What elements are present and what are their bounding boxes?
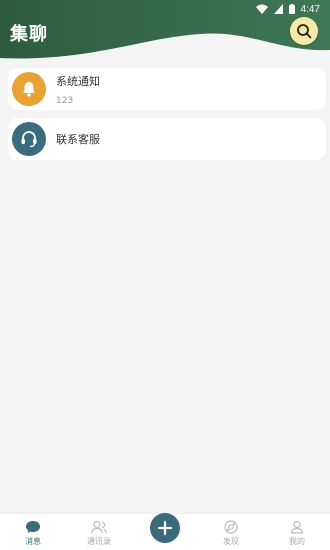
avatar [12, 72, 46, 106]
conversation-name: 联系客服 [56, 133, 100, 146]
avatar [12, 122, 46, 156]
bell-icon [23, 82, 35, 97]
signal-icon [273, 4, 283, 14]
tab-label: 发现 [223, 537, 239, 546]
message-icon [26, 521, 40, 533]
wifi-icon [255, 4, 268, 14]
search-icon [297, 24, 312, 39]
tab-contacts[interactable]: 通讯录 [66, 514, 132, 550]
add-button[interactable] [150, 513, 180, 543]
profile-icon [290, 520, 304, 534]
conversation-system-notice[interactable]: 系统通知 123 [8, 68, 326, 110]
conversation-preview: 123 [56, 95, 74, 106]
conversation-list: 系统通知 123 联系客服 [8, 68, 326, 168]
conversation-name: 系统通知 [56, 74, 100, 88]
tab-label: 消息 [25, 537, 41, 546]
search-button[interactable] [290, 17, 318, 45]
status-time: 4:47 [300, 3, 320, 15]
headset-icon [21, 131, 37, 148]
page-title: 集聊 [10, 24, 48, 45]
tab-discover[interactable]: 发现 [198, 514, 264, 550]
battery-icon [288, 4, 295, 14]
app-header: 4:47 集聊 [0, 0, 330, 70]
plus-icon [157, 520, 173, 536]
nav-center-slot [132, 513, 198, 550]
contacts-icon [91, 520, 107, 534]
bottom-navigation: 消息 通讯录 发现 我的 [0, 513, 330, 550]
tab-label: 我的 [289, 537, 305, 546]
tab-label: 通讯录 [87, 537, 111, 546]
conversation-customer-service[interactable]: 联系客服 [8, 118, 326, 160]
tab-messages[interactable]: 消息 [0, 514, 66, 550]
tab-mine[interactable]: 我的 [264, 514, 330, 550]
discover-icon [224, 520, 238, 534]
status-bar: 4:47 [255, 2, 320, 16]
